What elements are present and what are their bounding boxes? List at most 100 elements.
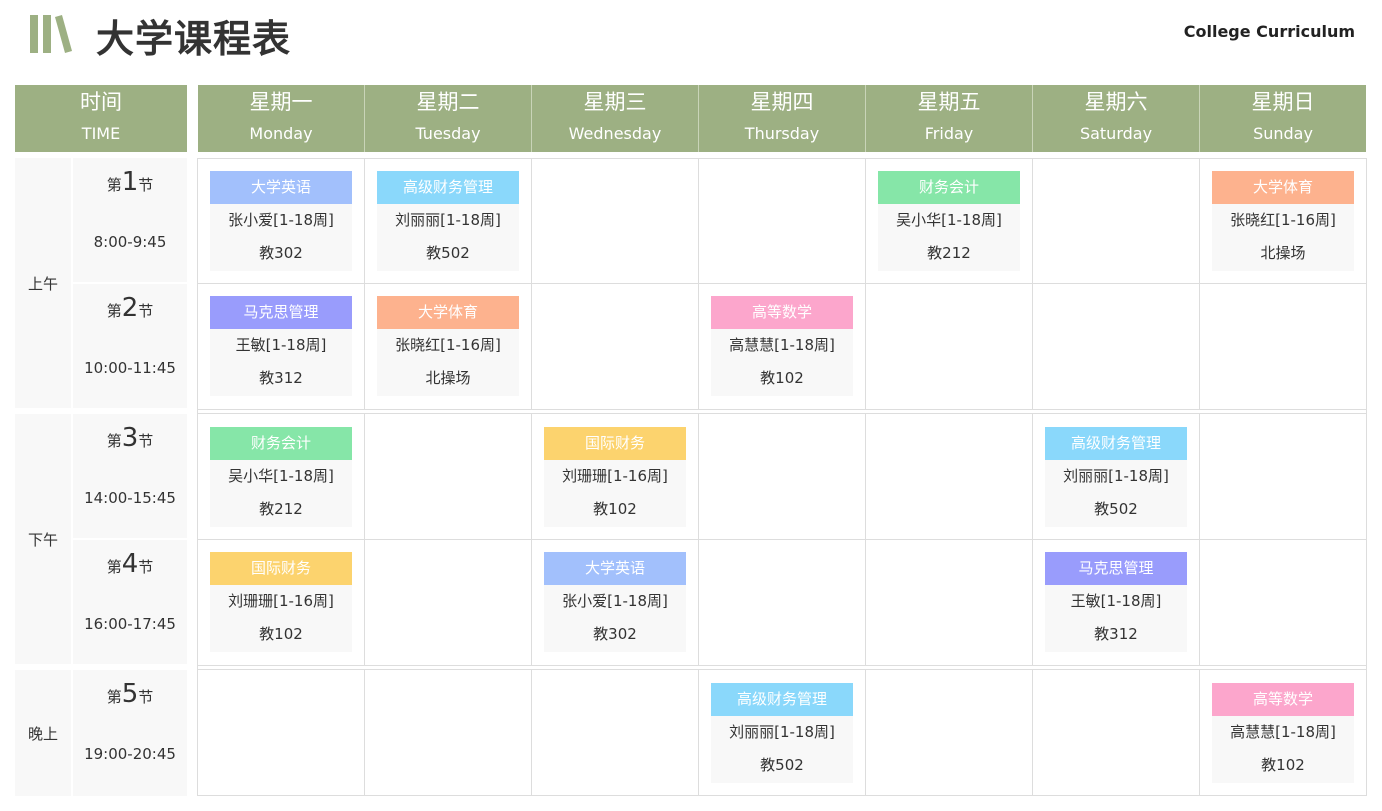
course-name: 高等数学 xyxy=(1212,683,1354,716)
page-header: 大学课程表 College Curriculum xyxy=(0,0,1382,80)
day-header-en: Friday xyxy=(924,124,974,143)
slot-time: 8:00-9:45 xyxy=(93,233,167,251)
course-room: 教212 xyxy=(927,244,971,262)
course-card[interactable]: 马克思管理 王敏[1-18周] 教312 xyxy=(210,296,352,396)
course-name: 国际财务 xyxy=(544,427,686,460)
day-header-en: Thursday xyxy=(744,124,820,143)
page-title: 大学课程表 xyxy=(96,17,292,61)
slot-time: 10:00-11:45 xyxy=(84,359,176,377)
course-teacher: 吴小华[1-18周] xyxy=(896,211,1002,229)
day-header-monday: 星期一 Monday xyxy=(198,85,365,152)
period-label: 晚上 xyxy=(27,725,58,743)
course-name: 大学英语 xyxy=(544,552,686,585)
slot-number: 第2节 xyxy=(106,293,154,323)
slot-number: 第4节 xyxy=(106,549,154,579)
slot-5: 第5节 19:00-20:45 xyxy=(73,670,187,796)
books-icon xyxy=(30,15,72,53)
course-room: 北操场 xyxy=(1260,244,1306,262)
slot-time: 14:00-15:45 xyxy=(84,489,176,507)
day-header-cn: 星期五 xyxy=(917,90,981,114)
course-name: 大学体育 xyxy=(377,296,519,329)
course-room: 教312 xyxy=(259,369,303,387)
course-name: 高等数学 xyxy=(711,296,853,329)
day-header-cn: 星期日 xyxy=(1251,90,1315,114)
period-label: 上午 xyxy=(27,275,58,293)
day-header-tuesday: 星期二 Tuesday xyxy=(365,85,532,152)
course-teacher: 高慧慧[1-18周] xyxy=(729,336,835,354)
course-name: 马克思管理 xyxy=(1045,552,1187,585)
day-header-en: Sunday xyxy=(1253,124,1313,143)
course-name: 高级财务管理 xyxy=(1045,427,1187,460)
course-room: 教302 xyxy=(593,625,637,643)
course-teacher: 张小爱[1-18周] xyxy=(228,211,334,229)
course-card[interactable]: 国际财务 刘珊珊[1-16周] 教102 xyxy=(210,552,352,652)
course-room: 教102 xyxy=(1261,756,1305,774)
course-room: 教302 xyxy=(259,244,303,262)
day-header-en: Tuesday xyxy=(415,124,481,143)
day-header-cn: 星期六 xyxy=(1084,90,1148,114)
course-teacher: 高慧慧[1-18周] xyxy=(1230,723,1336,741)
course-card[interactable]: 大学体育 张晓红[1-16周] 北操场 xyxy=(377,296,519,396)
slot-2: 第2节 10:00-11:45 xyxy=(73,284,187,408)
slot-number: 第3节 xyxy=(106,423,154,453)
course-name: 高级财务管理 xyxy=(377,171,519,204)
course-room: 教502 xyxy=(1094,500,1138,518)
time-column-header: 时间 TIME xyxy=(15,85,187,152)
slot-time: 19:00-20:45 xyxy=(84,745,176,763)
course-card[interactable]: 马克思管理 王敏[1-18周] 教312 xyxy=(1045,552,1187,652)
course-name: 马克思管理 xyxy=(210,296,352,329)
course-card[interactable]: 财务会计 吴小华[1-18周] 教212 xyxy=(878,171,1020,271)
course-card[interactable]: 高级财务管理 刘丽丽[1-18周] 教502 xyxy=(1045,427,1187,527)
course-teacher: 张小爱[1-18周] xyxy=(562,592,668,610)
course-card[interactable]: 高级财务管理 刘丽丽[1-18周] 教502 xyxy=(711,683,853,783)
course-card[interactable]: 国际财务 刘珊珊[1-16周] 教102 xyxy=(544,427,686,527)
period-label: 下午 xyxy=(27,531,58,549)
day-header-cn: 星期一 xyxy=(249,90,313,114)
course-room: 北操场 xyxy=(425,369,471,387)
course-name: 高级财务管理 xyxy=(711,683,853,716)
course-teacher: 王敏[1-18周] xyxy=(1070,592,1162,610)
course-room: 教102 xyxy=(760,369,804,387)
day-header-cn: 星期二 xyxy=(416,90,480,114)
page-subtitle: College Curriculum xyxy=(1183,22,1355,41)
slot-3: 第3节 14:00-15:45 xyxy=(73,414,187,538)
slot-time: 16:00-17:45 xyxy=(84,615,176,633)
course-teacher: 吴小华[1-18周] xyxy=(228,467,334,485)
course-room: 教102 xyxy=(593,500,637,518)
course-card[interactable]: 高级财务管理 刘丽丽[1-18周] 教502 xyxy=(377,171,519,271)
course-teacher: 张晓红[1-16周] xyxy=(1230,211,1336,229)
time-header-cn: 时间 xyxy=(80,90,122,114)
course-card[interactable]: 高等数学 高慧慧[1-18周] 教102 xyxy=(711,296,853,396)
course-teacher: 刘丽丽[1-18周] xyxy=(1063,467,1169,485)
period-evening: 晚上 第5节 19:00-20:45 xyxy=(15,670,187,796)
day-header-cn: 星期四 xyxy=(750,90,814,114)
course-card[interactable]: 大学体育 张晓红[1-16周] 北操场 xyxy=(1212,171,1354,271)
course-name: 大学体育 xyxy=(1212,171,1354,204)
course-card[interactable]: 高等数学 高慧慧[1-18周] 教102 xyxy=(1212,683,1354,783)
period-afternoon: 下午 第3节 14:00-15:45 第4节 16:00-17:45 xyxy=(15,414,187,664)
day-header-sunday: 星期日 Sunday xyxy=(1200,85,1366,152)
course-card[interactable]: 财务会计 吴小华[1-18周] 教212 xyxy=(210,427,352,527)
course-teacher: 刘丽丽[1-18周] xyxy=(395,211,501,229)
period-morning: 上午 第1节 8:00-9:45 第2节 10:00-11:45 xyxy=(15,158,187,408)
day-header-wednesday: 星期三 Wednesday xyxy=(532,85,699,152)
day-header-en: Monday xyxy=(249,124,313,143)
day-header-saturday: 星期六 Saturday xyxy=(1033,85,1200,152)
course-card[interactable]: 大学英语 张小爱[1-18周] 教302 xyxy=(210,171,352,271)
course-teacher: 刘珊珊[1-16周] xyxy=(562,467,668,485)
course-card[interactable]: 大学英语 张小爱[1-18周] 教302 xyxy=(544,552,686,652)
course-room: 教502 xyxy=(426,244,470,262)
day-header-cn: 星期三 xyxy=(583,90,647,114)
day-header-en: Saturday xyxy=(1079,124,1153,143)
slot-4: 第4节 16:00-17:45 xyxy=(73,540,187,664)
course-name: 大学英语 xyxy=(210,171,352,204)
course-room: 教102 xyxy=(259,625,303,643)
slot-number: 第5节 xyxy=(106,679,154,709)
slot-number: 第1节 xyxy=(106,167,154,197)
course-teacher: 刘珊珊[1-16周] xyxy=(228,592,334,610)
course-teacher: 刘丽丽[1-18周] xyxy=(729,723,835,741)
course-room: 教312 xyxy=(1094,625,1138,643)
course-teacher: 王敏[1-18周] xyxy=(235,336,327,354)
course-teacher: 张晓红[1-16周] xyxy=(395,336,501,354)
course-name: 财务会计 xyxy=(878,171,1020,204)
